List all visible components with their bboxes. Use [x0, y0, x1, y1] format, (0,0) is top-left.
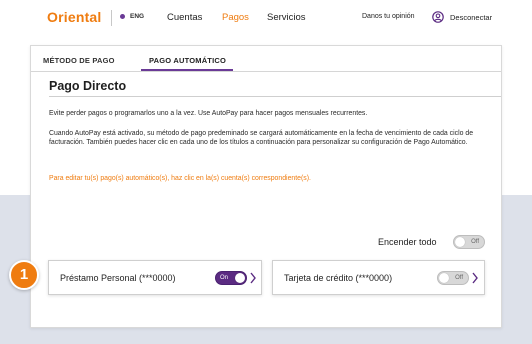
autopay-toggle-prestamo[interactable]: On — [215, 271, 247, 285]
autopay-description: Cuando AutoPay está activado, su método … — [49, 130, 474, 146]
active-tab-indicator — [141, 69, 233, 71]
toggle-knob — [439, 273, 449, 283]
toggle-knob — [235, 273, 245, 283]
feedback-link[interactable]: Danos tu opinión — [362, 13, 415, 20]
turn-all-on-label: Encender todo — [378, 237, 437, 247]
chevron-right-icon[interactable] — [472, 272, 478, 284]
account-card-prestamo-personal[interactable]: Préstamo Personal (***0000) On — [48, 260, 262, 295]
nav-divider — [111, 10, 112, 26]
nav-link-pagos[interactable]: Pagos — [222, 12, 249, 23]
payment-tabs: MÉTODO DE PAGO PAGO AUTOMÁTICO — [31, 46, 501, 72]
account-label: Préstamo Personal (***0000) — [60, 273, 176, 283]
intro-paragraph: Evite perder pagos o programarlos uno a … — [49, 110, 368, 117]
chevron-right-icon[interactable] — [250, 272, 256, 284]
autopay-toggle-tarjeta[interactable]: Off — [437, 271, 469, 285]
autopay-card: MÉTODO DE PAGO PAGO AUTOMÁTICO Pago Dire… — [30, 45, 502, 328]
tab-pago-automatico[interactable]: PAGO AUTOMÁTICO — [149, 56, 226, 65]
nav-link-cuentas[interactable]: Cuentas — [167, 12, 202, 23]
edit-instructions: Para editar tu(s) pago(s) automático(s),… — [49, 175, 311, 182]
toggle-state-label: Off — [471, 238, 479, 245]
brand-logo[interactable]: Oriental — [47, 9, 102, 25]
toggle-state-label: Off — [455, 274, 463, 281]
logout-link[interactable]: Desconectar — [450, 13, 492, 22]
top-navigation: Oriental ENG Cuentas Pagos Servicios Dan… — [0, 0, 532, 38]
language-label: ENG — [130, 13, 145, 20]
section-title: Pago Directo — [49, 79, 127, 93]
user-icon[interactable] — [432, 11, 444, 23]
language-dot-icon — [120, 14, 125, 19]
language-selector[interactable]: ENG — [120, 13, 144, 20]
toggle-state-label: On — [220, 274, 229, 281]
step-number-badge: 1 — [9, 260, 39, 290]
toggle-knob — [455, 237, 465, 247]
title-divider — [49, 96, 501, 97]
tab-metodo-de-pago[interactable]: MÉTODO DE PAGO — [43, 56, 115, 65]
account-label: Tarjeta de crédito (***0000) — [284, 273, 393, 283]
nav-link-servicios[interactable]: Servicios — [267, 12, 306, 23]
turn-all-on-toggle[interactable]: Off — [453, 235, 485, 249]
account-card-tarjeta-credito[interactable]: Tarjeta de crédito (***0000) Off — [272, 260, 485, 295]
